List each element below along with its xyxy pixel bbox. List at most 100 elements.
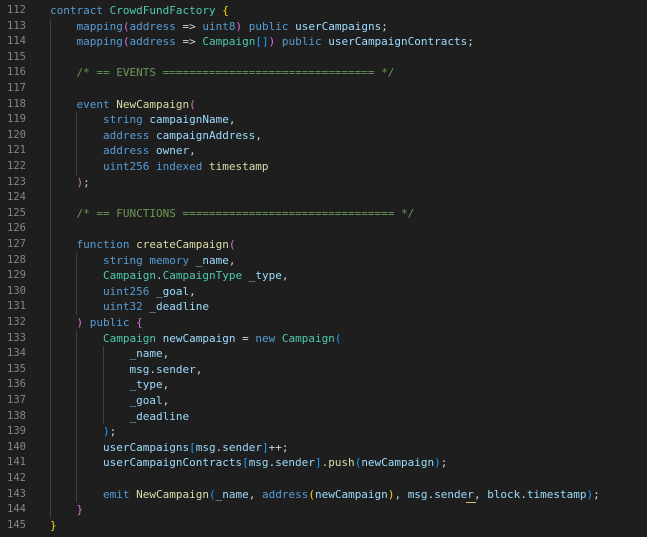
- code-editor[interactable]: 112 contract CrowdFundFactory {113 mappin…: [0, 0, 647, 537]
- code-token: event: [76, 97, 110, 111]
- code-text[interactable]: Campaign.CampaignType _type,: [50, 268, 288, 284]
- code-line[interactable]: 130 uint256 _goal,: [0, 284, 647, 300]
- code-line[interactable]: 145}: [0, 518, 647, 534]
- code-line[interactable]: 134 _name,: [0, 346, 647, 362]
- code-text[interactable]: uint256 indexed timestamp: [50, 159, 269, 175]
- code-text[interactable]: Campaign newCampaign = new Campaign(: [50, 331, 341, 347]
- code-line[interactable]: 135 msg.sender,: [0, 362, 647, 378]
- code-text[interactable]: string campaignName,: [50, 112, 235, 128]
- line-number: 128: [7, 253, 26, 266]
- code-text[interactable]: _goal,: [50, 393, 169, 409]
- code-line[interactable]: 123 );: [0, 175, 647, 191]
- code-token: ;: [467, 35, 474, 49]
- code-text[interactable]: ) public {: [50, 315, 143, 331]
- code-line[interactable]: 119 string campaignName,: [0, 112, 647, 128]
- code-line[interactable]: 118 event NewCampaign(: [0, 97, 647, 113]
- code-line[interactable]: 140 userCampaigns[msg.sender]++;: [0, 440, 647, 456]
- code-text[interactable]: string memory _name,: [50, 253, 236, 269]
- code-token: sender: [222, 440, 262, 454]
- code-line[interactable]: 139 );: [0, 424, 647, 440]
- line-number: 126: [7, 222, 26, 235]
- code-token: owner: [155, 144, 190, 158]
- code-line[interactable]: 112 contract CrowdFundFactory {: [0, 3, 647, 19]
- code-text[interactable]: }: [50, 502, 84, 518]
- code-token: address: [129, 35, 176, 49]
- code-text[interactable]: }: [50, 518, 57, 534]
- code-line[interactable]: 138 _deadline: [0, 409, 647, 425]
- code-text[interactable]: emit NewCampaign(_name, address(newCampa…: [50, 487, 600, 503]
- code-text[interactable]: address owner,: [50, 143, 196, 159]
- line-number: 117: [7, 82, 26, 94]
- code-token: _deadline: [149, 300, 209, 314]
- code-text[interactable]: contract CrowdFundFactory {: [50, 3, 229, 19]
- code-line[interactable]: 129 Campaign.CampaignType _type,: [0, 268, 647, 284]
- code-line[interactable]: 137 _goal,: [0, 393, 647, 409]
- code-token: ;: [593, 487, 600, 501]
- code-text[interactable]: _name,: [50, 346, 169, 362]
- code-token: /* == FUNCTIONS ========================…: [76, 206, 415, 220]
- code-token: userCampaigns: [102, 440, 190, 454]
- code-line[interactable]: 114 mapping(address => Campaign[]) publi…: [0, 34, 647, 50]
- code-line[interactable]: 121 address owner,: [0, 143, 647, 159]
- code-text[interactable]: _deadline: [50, 409, 189, 425]
- code-token: Campaign: [102, 269, 156, 283]
- code-text[interactable]: /* == FUNCTIONS ========================…: [50, 206, 415, 222]
- code-text[interactable]: uint32 _deadline: [50, 299, 209, 315]
- code-line[interactable]: 144 }: [0, 502, 647, 518]
- code-line[interactable]: 128 string memory _name,: [0, 253, 647, 269]
- code-text[interactable]: );: [50, 424, 116, 440]
- code-text[interactable]: userCampaigns[msg.sender]++;: [50, 440, 288, 456]
- code-token: ): [434, 456, 441, 470]
- code-token: newCampaign: [314, 487, 388, 501]
- code-token: public: [248, 19, 289, 33]
- code-line[interactable]: 132 ) public {: [0, 315, 647, 331]
- code-text[interactable]: event NewCampaign(: [50, 97, 196, 113]
- code-line[interactable]: 131 uint32 _deadline: [0, 299, 647, 315]
- code-text[interactable]: _type,: [50, 377, 169, 393]
- code-token: ]: [314, 456, 322, 470]
- code-line[interactable]: 126: [0, 221, 647, 237]
- code-line[interactable]: 125 /* == FUNCTIONS ====================…: [0, 206, 647, 222]
- code-text[interactable]: address campaignAddress,: [50, 128, 262, 144]
- line-number: 139: [7, 425, 26, 438]
- code-text[interactable]: msg.sender,: [50, 362, 202, 378]
- code-text[interactable]: userCampaignContracts[msg.sender].push(n…: [50, 455, 447, 471]
- code-text[interactable]: uint256 _goal,: [50, 284, 196, 300]
- code-token: ;: [83, 175, 90, 189]
- code-line[interactable]: 143 emit NewCampaign(_name, address(newC…: [0, 487, 647, 503]
- code-line[interactable]: 142: [0, 471, 647, 487]
- code-line[interactable]: 113 mapping(address => uint8) public use…: [0, 19, 647, 35]
- code-token: public: [281, 35, 322, 49]
- line-number: 140: [7, 440, 26, 453]
- code-line[interactable]: 122 uint256 indexed timestamp: [0, 159, 647, 175]
- line-number: 143: [7, 487, 26, 500]
- code-token: newCampaign: [361, 456, 435, 470]
- code-token: sender: [275, 456, 315, 470]
- code-text[interactable]: );: [50, 175, 90, 191]
- code-text[interactable]: mapping(address => uint8) public userCam…: [50, 19, 388, 35]
- code-line[interactable]: 136 _type,: [0, 377, 647, 393]
- code-line[interactable]: 141 userCampaignContracts[msg.sender].pu…: [0, 455, 647, 471]
- line-number: 114: [7, 35, 26, 48]
- code-text[interactable]: function createCampaign(: [50, 237, 236, 253]
- code-text[interactable]: /* == EVENTS ===========================…: [50, 65, 395, 81]
- code-text[interactable]: mapping(address => Campaign[]) public us…: [50, 34, 474, 50]
- warning-squiggle[interactable]: [466, 499, 476, 503]
- code-line[interactable]: 115: [0, 50, 647, 66]
- code-line[interactable]: 120 address campaignAddress,: [0, 128, 647, 144]
- code-line[interactable]: 124: [0, 190, 647, 206]
- line-number: 136: [7, 378, 26, 391]
- code-line[interactable]: 127 function createCampaign(: [0, 237, 647, 253]
- code-line[interactable]: 116 /* == EVENTS =======================…: [0, 65, 647, 81]
- line-number: 125: [7, 206, 26, 219]
- code-line[interactable]: 117: [0, 81, 647, 97]
- code-token: []: [255, 35, 269, 49]
- code-token: address: [102, 128, 150, 142]
- code-line[interactable]: 133 Campaign newCampaign = new Campaign(: [0, 331, 647, 347]
